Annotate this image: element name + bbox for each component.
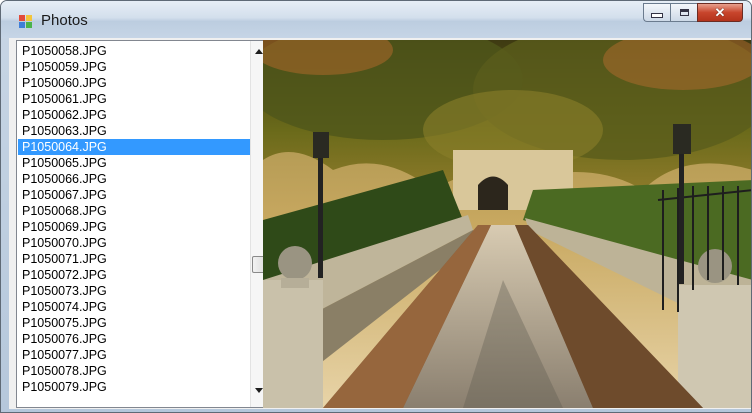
list-item[interactable]: P1050076.JPG <box>18 331 250 347</box>
list-item[interactable]: P1050058.JPG <box>18 43 250 59</box>
list-item[interactable]: P1050077.JPG <box>18 347 250 363</box>
minimize-button[interactable] <box>643 3 670 22</box>
list-item[interactable]: P1050070.JPG <box>18 235 250 251</box>
list-item[interactable]: P1050071.JPG <box>18 251 250 267</box>
close-button[interactable]: ✕ <box>697 3 743 22</box>
scroll-down-arrow-icon[interactable] <box>255 388 263 393</box>
list-item[interactable]: P1050067.JPG <box>18 187 250 203</box>
file-list[interactable]: P1050058.JPG P1050059.JPG P1050060.JPG P105… <box>18 43 250 395</box>
list-item[interactable]: P1050073.JPG <box>18 283 250 299</box>
list-item[interactable]: P1050078.JPG <box>18 363 250 379</box>
app-icon <box>19 15 33 29</box>
list-item[interactable]: P1050072.JPG <box>18 267 250 283</box>
list-item[interactable]: P1050059.JPG <box>18 59 250 75</box>
maximize-button[interactable] <box>670 3 697 22</box>
minimize-icon <box>651 13 663 18</box>
list-item[interactable]: P1050062.JPG <box>18 107 250 123</box>
list-item[interactable]: P1050063.JPG <box>18 123 250 139</box>
photo-preview <box>263 40 751 408</box>
list-item[interactable]: P1050075.JPG <box>18 315 250 331</box>
list-item[interactable]: P1050066.JPG <box>18 171 250 187</box>
maximize-icon <box>679 9 689 16</box>
list-item[interactable]: P1050079.JPG <box>18 379 250 395</box>
close-icon: ✕ <box>714 4 726 20</box>
window-title: Photos <box>41 12 88 29</box>
photo-image <box>263 40 751 408</box>
list-item[interactable]: P1050064.JPG <box>18 139 250 155</box>
list-item[interactable]: P1050060.JPG <box>18 75 250 91</box>
list-item[interactable]: P1050068.JPG <box>18 203 250 219</box>
list-item[interactable]: P1050065.JPG <box>18 155 250 171</box>
caption-buttons: ✕ <box>643 3 743 23</box>
photos-window: Photos ✕ P1050058.JPG P1050059.JPG P105006… <box>0 0 752 413</box>
file-listbox[interactable]: P1050058.JPG P1050059.JPG P1050060.JPG P105… <box>16 40 272 408</box>
list-item[interactable]: P1050069.JPG <box>18 219 250 235</box>
scroll-up-arrow-icon[interactable] <box>255 49 263 54</box>
title-bar[interactable]: Photos ✕ <box>1 1 751 38</box>
list-item[interactable]: P1050061.JPG <box>18 91 250 107</box>
list-item[interactable]: P1050074.JPG <box>18 299 250 315</box>
client-area: P1050058.JPG P1050059.JPG P1050060.JPG P105… <box>9 38 751 409</box>
